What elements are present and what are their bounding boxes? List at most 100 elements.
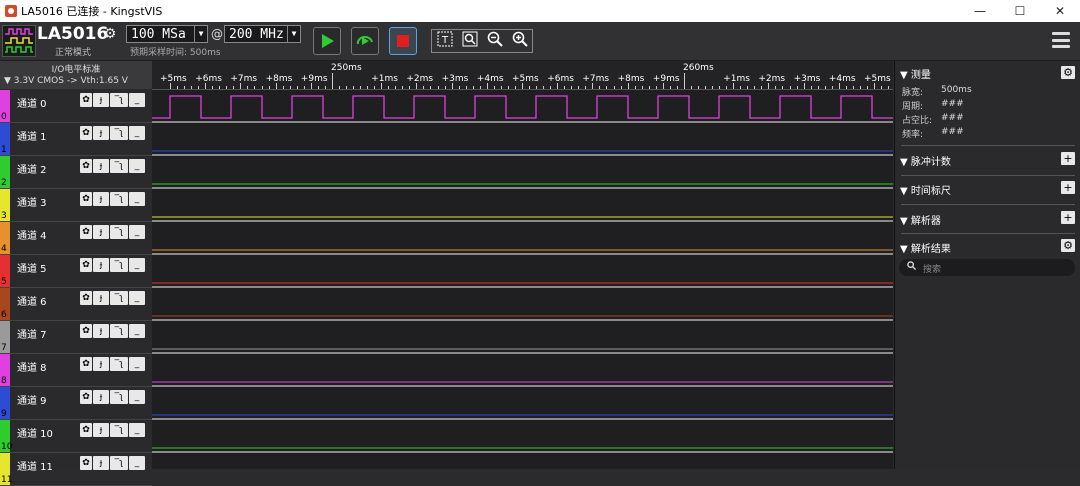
- falling-edge-trigger-icon[interactable]: ‾ʅ: [110, 324, 128, 338]
- falling-edge-trigger-icon[interactable]: ‾ʅ: [110, 225, 128, 239]
- low-level-trigger-icon[interactable]: _: [129, 126, 145, 140]
- channel-settings-gear-icon[interactable]: ✿: [80, 225, 92, 239]
- channel-row[interactable]: 10 通道 10 ✿ ɟ ‾ʅ _: [0, 420, 152, 453]
- rising-edge-trigger-icon[interactable]: ɟ: [93, 225, 109, 239]
- zoom-out-icon[interactable]: [484, 31, 506, 51]
- channel-row[interactable]: 8 通道 8 ✿ ɟ ‾ʅ _: [0, 354, 152, 387]
- low-level-trigger-icon[interactable]: _: [129, 258, 145, 272]
- start-button[interactable]: [313, 27, 341, 55]
- channel-settings-gear-icon[interactable]: ✿: [80, 126, 92, 140]
- channel-name[interactable]: 通道 6: [17, 293, 47, 308]
- channel-row[interactable]: 11 通道 11 ✿ ɟ ‾ʅ _: [0, 453, 152, 486]
- channel-name[interactable]: 通道 10: [17, 425, 53, 440]
- channel-settings-gear-icon[interactable]: ✿: [80, 456, 92, 470]
- analysis-result-settings-gear-icon[interactable]: ⚙: [1061, 239, 1075, 252]
- channel-name[interactable]: 通道 7: [17, 326, 47, 341]
- rising-edge-trigger-icon[interactable]: ɟ: [93, 324, 109, 338]
- low-level-trigger-icon[interactable]: _: [129, 357, 145, 371]
- analyzer-title[interactable]: ▼ 解析器: [900, 212, 941, 227]
- minimize-button[interactable]: —: [960, 0, 1000, 22]
- rising-edge-trigger-icon[interactable]: ɟ: [93, 357, 109, 371]
- rising-edge-trigger-icon[interactable]: ɟ: [93, 126, 109, 140]
- sample-rate-select[interactable]: 200 MHz ▼: [224, 25, 301, 43]
- add-pulse-count-button[interactable]: +: [1061, 152, 1075, 165]
- channel-name[interactable]: 通道 5: [17, 260, 47, 275]
- channel-name[interactable]: 通道 0: [17, 95, 47, 110]
- channel-settings-gear-icon[interactable]: ✿: [80, 258, 92, 272]
- falling-edge-trigger-icon[interactable]: ‾ʅ: [110, 93, 128, 107]
- channel-row[interactable]: 2 通道 2 ✿ ɟ ‾ʅ _: [0, 156, 152, 189]
- rising-edge-trigger-icon[interactable]: ɟ: [93, 192, 109, 206]
- search-box[interactable]: 搜索: [899, 259, 1075, 276]
- low-level-trigger-icon[interactable]: _: [129, 324, 145, 338]
- channel-row[interactable]: 4 通道 4 ✿ ɟ ‾ʅ _: [0, 222, 152, 255]
- add-time-marker-button[interactable]: +: [1061, 181, 1075, 194]
- falling-edge-trigger-icon[interactable]: ‾ʅ: [110, 423, 128, 437]
- menu-icon[interactable]: [1052, 32, 1070, 48]
- channel-row[interactable]: 3 通道 3 ✿ ɟ ‾ʅ _: [0, 189, 152, 222]
- channel-row[interactable]: 0 通道 0 ✿ ɟ ‾ʅ _: [0, 90, 152, 123]
- close-button[interactable]: ✕: [1040, 0, 1080, 22]
- low-level-trigger-icon[interactable]: _: [129, 390, 145, 404]
- channel-settings-gear-icon[interactable]: ✿: [80, 357, 92, 371]
- measure-settings-gear-icon[interactable]: ⚙: [1061, 66, 1075, 79]
- rising-edge-trigger-icon[interactable]: ɟ: [93, 456, 109, 470]
- time-marker-title[interactable]: ▼ 时间标尺: [900, 182, 951, 197]
- falling-edge-trigger-icon[interactable]: ‾ʅ: [110, 126, 128, 140]
- channel-name[interactable]: 通道 1: [17, 128, 47, 143]
- zoom-fit-icon[interactable]: [459, 31, 481, 51]
- channel-settings-gear-icon[interactable]: ✿: [80, 390, 92, 404]
- rising-edge-trigger-icon[interactable]: ɟ: [93, 159, 109, 173]
- channel-name[interactable]: 通道 2: [17, 161, 47, 176]
- channel-row[interactable]: 5 通道 5 ✿ ɟ ‾ʅ _: [0, 255, 152, 288]
- rising-edge-trigger-icon[interactable]: ɟ: [93, 93, 109, 107]
- channel-settings-gear-icon[interactable]: ✿: [80, 324, 92, 338]
- falling-edge-trigger-icon[interactable]: ‾ʅ: [110, 192, 128, 206]
- channel-settings-gear-icon[interactable]: ✿: [80, 291, 92, 305]
- channel-name[interactable]: 通道 9: [17, 392, 47, 407]
- channel-name[interactable]: 通道 11: [17, 458, 53, 473]
- channel-name[interactable]: 通道 4: [17, 227, 47, 242]
- falling-edge-trigger-icon[interactable]: ‾ʅ: [110, 456, 128, 470]
- channel-row[interactable]: 7 通道 7 ✿ ɟ ‾ʅ _: [0, 321, 152, 354]
- maximize-button[interactable]: ☐: [1000, 0, 1040, 22]
- channel-row[interactable]: 6 通道 6 ✿ ɟ ‾ʅ _: [0, 288, 152, 321]
- rising-edge-trigger-icon[interactable]: ɟ: [93, 390, 109, 404]
- time-ruler[interactable]: +5ms +6ms +7ms +8ms +9ms 250ms +1ms +2ms +3ms +4m…: [152, 61, 893, 90]
- text-tool-icon[interactable]: T: [434, 31, 456, 51]
- measure-title[interactable]: ▼ 测量: [900, 66, 931, 81]
- channel-row[interactable]: 9 通道 9 ✿ ɟ ‾ʅ _: [0, 387, 152, 420]
- search-input[interactable]: 搜索: [923, 262, 941, 275]
- falling-edge-trigger-icon[interactable]: ‾ʅ: [110, 390, 128, 404]
- io-standard-select[interactable]: ▼ 3.3V CMOS -> Vth:1.65 V: [4, 76, 128, 86]
- rising-edge-trigger-icon[interactable]: ɟ: [93, 423, 109, 437]
- low-level-trigger-icon[interactable]: _: [129, 291, 145, 305]
- channel-settings-gear-icon[interactable]: ✿: [80, 423, 92, 437]
- waveform-area[interactable]: [152, 90, 893, 469]
- stop-button[interactable]: [389, 27, 417, 55]
- falling-edge-trigger-icon[interactable]: ‾ʅ: [110, 357, 128, 371]
- falling-edge-trigger-icon[interactable]: ‾ʅ: [110, 291, 128, 305]
- analysis-result-title[interactable]: ▼ 解析结果: [900, 240, 951, 255]
- low-level-trigger-icon[interactable]: _: [129, 456, 145, 470]
- low-level-trigger-icon[interactable]: _: [129, 423, 145, 437]
- channel-row[interactable]: 1 通道 1 ✿ ɟ ‾ʅ _: [0, 123, 152, 156]
- device-settings-gear-icon[interactable]: ⚙: [102, 26, 118, 42]
- pulse-count-title[interactable]: ▼ 脉冲计数: [900, 153, 951, 168]
- falling-edge-trigger-icon[interactable]: ‾ʅ: [110, 258, 128, 272]
- channel-settings-gear-icon[interactable]: ✿: [80, 159, 92, 173]
- channel-settings-gear-icon[interactable]: ✿: [80, 93, 92, 107]
- sample-depth-select[interactable]: 100 MSa ▼: [126, 25, 208, 43]
- rising-edge-trigger-icon[interactable]: ɟ: [93, 258, 109, 272]
- loop-start-button[interactable]: [351, 27, 379, 55]
- zoom-in-icon[interactable]: [509, 31, 531, 51]
- low-level-trigger-icon[interactable]: _: [129, 192, 145, 206]
- low-level-trigger-icon[interactable]: _: [129, 159, 145, 173]
- channel-name[interactable]: 通道 3: [17, 194, 47, 209]
- channel-name[interactable]: 通道 8: [17, 359, 47, 374]
- low-level-trigger-icon[interactable]: _: [129, 225, 145, 239]
- add-analyzer-button[interactable]: +: [1061, 211, 1075, 224]
- channel-settings-gear-icon[interactable]: ✿: [80, 192, 92, 206]
- falling-edge-trigger-icon[interactable]: ‾ʅ: [110, 159, 128, 173]
- rising-edge-trigger-icon[interactable]: ɟ: [93, 291, 109, 305]
